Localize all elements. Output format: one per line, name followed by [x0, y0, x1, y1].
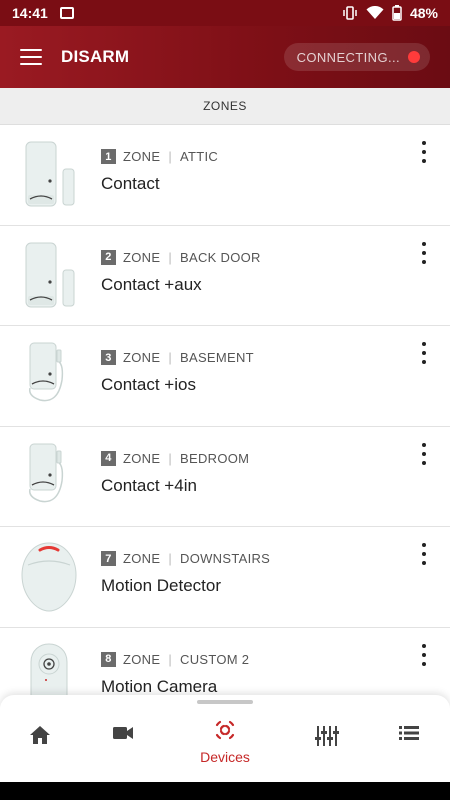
system-navigation-bar: [0, 782, 450, 800]
zone-label: ZONE: [123, 450, 161, 466]
vibrate-icon: [343, 6, 357, 20]
contact-sensor-icon: [25, 242, 75, 308]
zone-label: ZONE: [123, 651, 161, 667]
zone-number-badge: 3: [101, 350, 116, 366]
more-options-icon[interactable]: [414, 442, 434, 465]
status-bar: 14:41 48%: [0, 0, 450, 26]
zone-number-badge: 8: [101, 651, 116, 667]
zone-row[interactable]: 4 ZONE | BEDROOM Contact +4in: [0, 426, 450, 528]
zone-row[interactable]: 8 ZONE | CUSTOM 2 Motion Camera: [0, 627, 450, 695]
zone-row[interactable]: 7 ZONE | DOWNSTAIRS Motion Detector: [0, 527, 450, 628]
bottom-nav: Devices: [0, 695, 450, 782]
status-time: 14:41: [12, 5, 48, 21]
zone-location: BEDROOM: [180, 450, 250, 466]
zone-number-badge: 1: [101, 149, 116, 164]
home-icon: [30, 726, 50, 744]
connection-status-dot-icon: [408, 51, 420, 63]
zone-title: Motion Camera: [101, 676, 218, 695]
zone-title: Contact +aux: [101, 274, 202, 294]
page-title: DISARM: [61, 47, 130, 66]
battery-icon: [392, 5, 402, 21]
zone-list[interactable]: 1 ZONE | ATTIC Contact 2 ZONE | BACK DOO…: [0, 125, 450, 695]
zone-row[interactable]: 3 ZONE | BASEMENT Contact +ios: [0, 326, 450, 427]
zone-number-badge: 7: [101, 551, 116, 567]
zone-separator: |: [168, 450, 172, 466]
zone-title: Motion Detector: [101, 576, 221, 596]
nav-video[interactable]: [93, 715, 153, 775]
more-options-icon[interactable]: [414, 241, 434, 264]
more-options-icon[interactable]: [414, 543, 434, 566]
image-notification-icon: [59, 7, 74, 19]
more-options-icon[interactable]: [414, 141, 434, 163]
zone-label: ZONE: [123, 249, 161, 265]
zones-section-header: ZONES: [0, 88, 450, 125]
status-right: 48%: [342, 5, 438, 21]
nav-devices-label: Devices: [200, 749, 250, 765]
zone-location: DOWNSTAIRS: [180, 551, 271, 567]
motion-camera-icon: [30, 643, 68, 695]
zone-label: ZONE: [123, 149, 161, 164]
nav-controls[interactable]: [297, 715, 357, 775]
zone-meta: 1 ZONE | ATTIC: [101, 149, 218, 164]
menu-icon[interactable]: [20, 49, 42, 65]
drag-handle[interactable]: [197, 700, 253, 704]
more-options-icon[interactable]: [414, 643, 434, 666]
wired-contact-sensor-icon: [28, 443, 64, 503]
connection-status-text: CONNECTING...: [296, 49, 400, 65]
zone-meta: 7 ZONE | DOWNSTAIRS: [101, 551, 271, 567]
zone-title: Contact +4in: [101, 475, 197, 495]
zone-label: ZONE: [123, 551, 161, 567]
motion-detector-icon: [21, 542, 77, 612]
battery-level: 48%: [409, 5, 438, 21]
wired-contact-sensor-icon: [28, 342, 64, 402]
zone-location: ATTIC: [180, 149, 219, 164]
connection-status-badge[interactable]: CONNECTING...: [283, 43, 430, 71]
zone-row[interactable]: 2 ZONE | BACK DOOR Contact +aux: [0, 225, 450, 327]
contact-sensor-icon: [25, 141, 75, 207]
zone-separator: |: [168, 249, 172, 265]
zone-location: BACK DOOR: [180, 249, 261, 265]
zone-separator: |: [168, 651, 172, 667]
video-camera-icon: [113, 727, 133, 739]
zone-number-badge: 4: [101, 450, 116, 466]
devices-icon: [215, 720, 235, 740]
zone-separator: |: [168, 149, 172, 164]
zone-separator: |: [168, 551, 172, 567]
nav-list[interactable]: [379, 715, 439, 775]
zone-title: Contact: [101, 174, 160, 193]
more-options-icon[interactable]: [414, 342, 434, 365]
nav-devices[interactable]: Devices: [195, 715, 255, 775]
zone-location: CUSTOM 2: [180, 651, 250, 667]
zone-number-badge: 2: [101, 249, 116, 265]
zone-title: Contact +ios: [101, 375, 196, 395]
list-icon: [399, 726, 419, 740]
nav-home[interactable]: [10, 715, 70, 775]
zone-label: ZONE: [123, 350, 161, 366]
sliders-icon: [315, 726, 339, 746]
zone-meta: 8 ZONE | CUSTOM 2: [101, 651, 250, 667]
zone-meta: 4 ZONE | BEDROOM: [101, 450, 250, 466]
zone-row[interactable]: 1 ZONE | ATTIC Contact: [0, 125, 450, 226]
wifi-icon: [366, 6, 384, 19]
zone-meta: 2 ZONE | BACK DOOR: [101, 249, 261, 265]
zone-location: BASEMENT: [180, 350, 254, 366]
zone-separator: |: [168, 350, 172, 366]
app-bar: DISARM CONNECTING...: [0, 26, 450, 88]
zone-meta: 3 ZONE | BASEMENT: [101, 350, 254, 366]
